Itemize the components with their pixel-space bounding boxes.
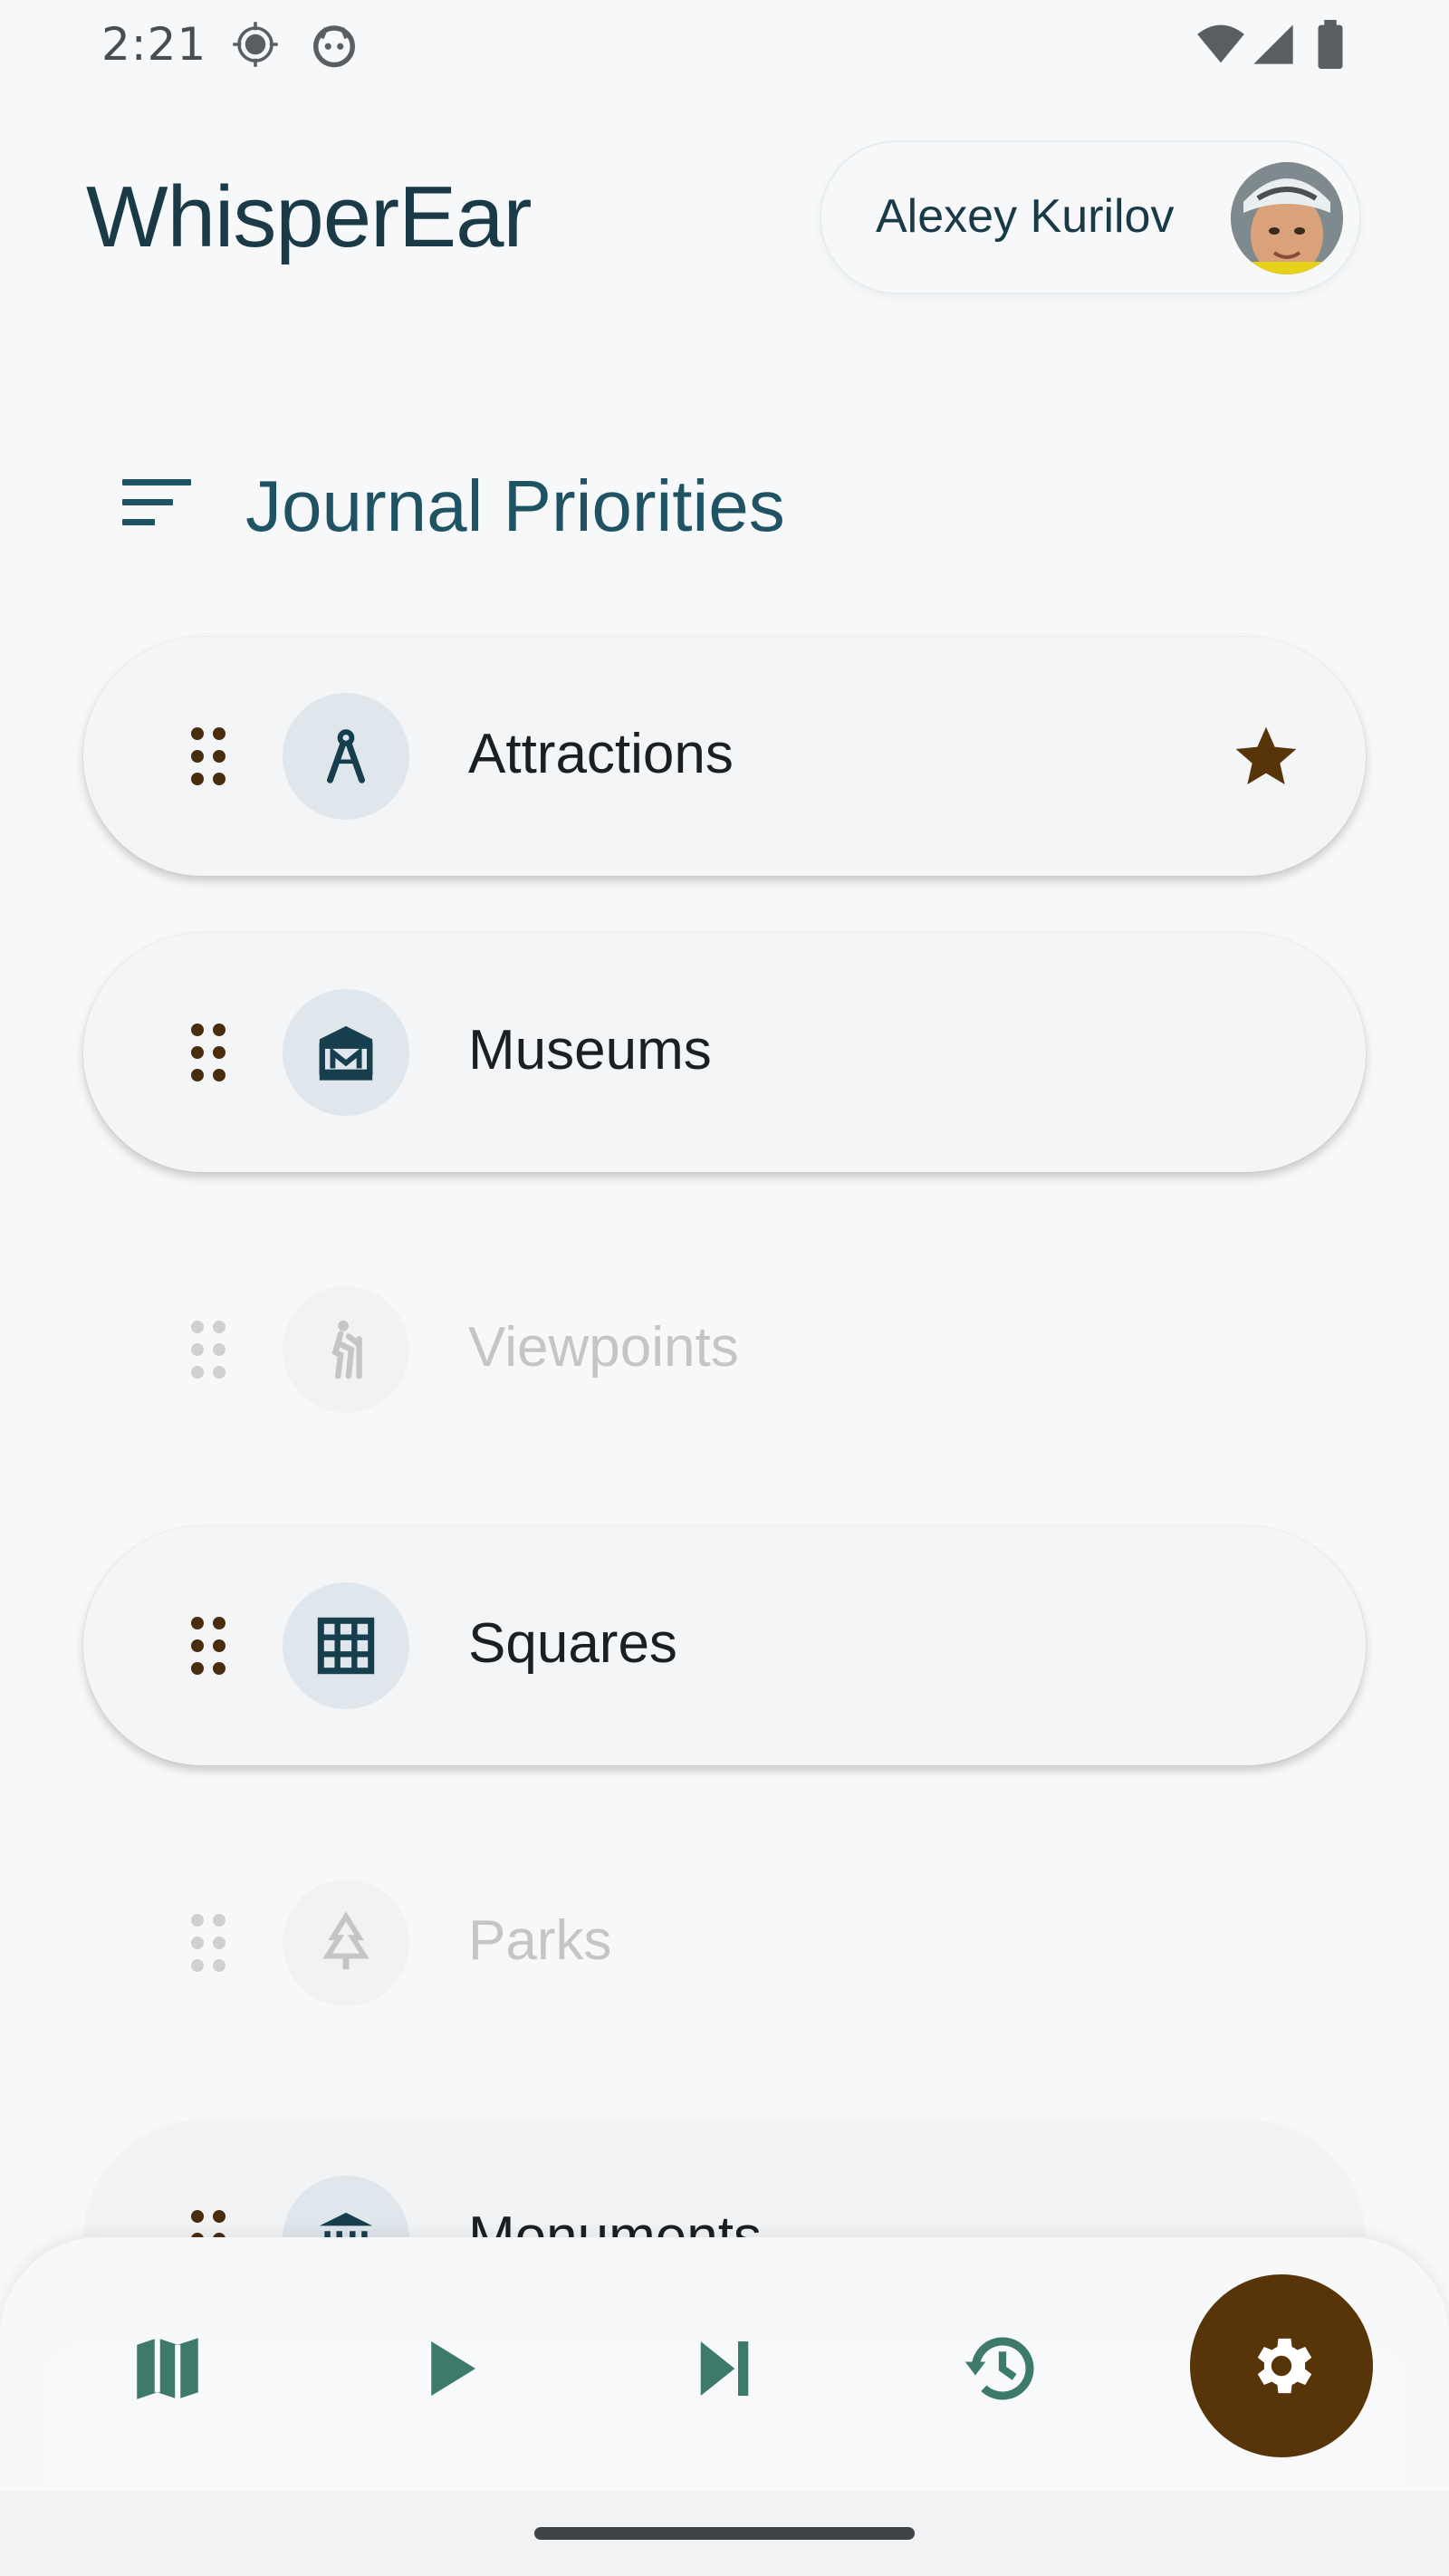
category-icon-bg	[283, 1286, 409, 1413]
list-item-label: Attractions	[468, 723, 734, 785]
museum-icon	[319, 1025, 373, 1081]
home-indicator[interactable]	[534, 2527, 915, 2540]
list-item-attractions[interactable]: Attractions	[83, 637, 1366, 876]
list-item-label: Squares	[468, 1612, 677, 1675]
avatar-image	[1231, 162, 1343, 274]
user-name: Alexey Kurilov	[876, 190, 1175, 243]
wifi-icon	[1197, 24, 1244, 63]
skip-next-icon[interactable]	[684, 2328, 765, 2409]
app-title: WhisperEar	[86, 168, 532, 265]
section-title: Journal Priorities	[245, 466, 785, 546]
list-item-label: Viewpoints	[468, 1316, 739, 1379]
avatar[interactable]	[1231, 162, 1343, 274]
tree-icon	[322, 1911, 369, 1970]
sort-icon[interactable]	[120, 476, 193, 530]
drag-handle-icon[interactable]	[187, 1021, 229, 1084]
status-time: 2:21	[101, 18, 207, 71]
category-icon-bg	[283, 1582, 409, 1709]
android-icon	[313, 25, 355, 68]
user-profile-chip[interactable]: Alexey Kurilov	[820, 140, 1361, 294]
compass-icon	[327, 729, 365, 783]
drag-handle-icon[interactable]	[187, 1614, 229, 1677]
category-icon-bg	[283, 1879, 409, 2006]
location-icon	[233, 22, 278, 67]
map-icon[interactable]	[127, 2328, 208, 2409]
list-item-museums[interactable]: Museums	[83, 933, 1366, 1172]
list-item-label: Museums	[468, 1019, 712, 1081]
settings-icon	[1257, 2338, 1312, 2394]
drag-handle-icon[interactable]	[187, 1318, 229, 1381]
list-item-label: Parks	[468, 1909, 612, 1972]
status-bar: 2:21	[0, 0, 1449, 91]
settings-button[interactable]	[1190, 2274, 1373, 2457]
hiker-icon	[331, 1320, 362, 1379]
list-item-viewpoints[interactable]: Viewpoints	[83, 1230, 1366, 1469]
category-icon-bg	[283, 693, 409, 820]
star-icon[interactable]	[1230, 721, 1302, 793]
signal-icon	[1253, 24, 1293, 64]
drag-handle-icon[interactable]	[187, 1911, 229, 1975]
grid-icon	[317, 1617, 375, 1675]
battery-icon	[1318, 20, 1343, 69]
list-item-squares[interactable]: Squares	[83, 1526, 1366, 1765]
list-item-parks[interactable]: Parks	[83, 1823, 1366, 2062]
play-icon[interactable]	[408, 2328, 489, 2409]
history-icon[interactable]	[962, 2328, 1043, 2409]
category-icon-bg	[283, 989, 409, 1116]
drag-handle-icon[interactable]	[187, 725, 229, 788]
